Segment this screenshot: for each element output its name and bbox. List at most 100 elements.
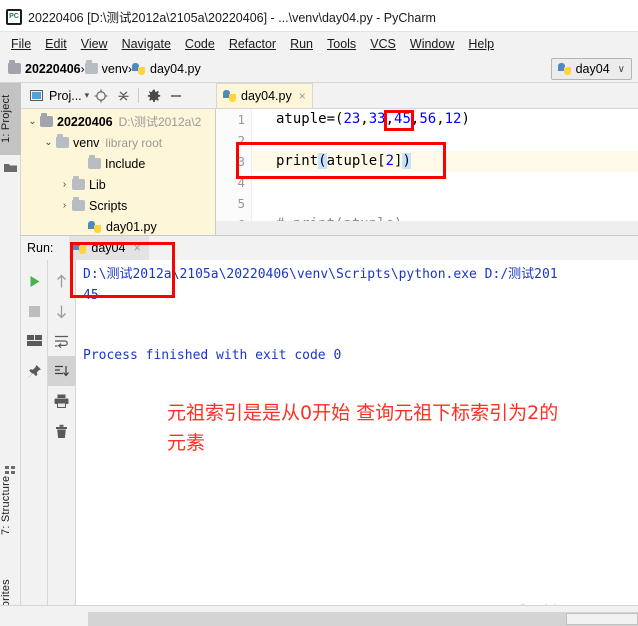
close-icon[interactable]: × bbox=[133, 241, 140, 255]
tree-label-day01: day01.py bbox=[106, 219, 157, 234]
tree-hint-venv: library root bbox=[105, 135, 163, 150]
run-configuration-label: day04 bbox=[575, 62, 610, 76]
chevron-down-icon[interactable]: ⌄ bbox=[41, 137, 56, 148]
menu-item-run-label: Run bbox=[290, 36, 313, 51]
tree-label-scripts: Scripts bbox=[89, 198, 128, 213]
chevron-right-icon[interactable]: › bbox=[57, 200, 72, 211]
tree-node-venv[interactable]: ⌄ venv library root bbox=[21, 132, 216, 153]
menu-item-view[interactable]: View bbox=[74, 35, 115, 53]
tree-label-include: Include bbox=[105, 156, 146, 171]
python-icon bbox=[73, 241, 87, 255]
tree-node-day01[interactable]: day01.py bbox=[21, 216, 216, 237]
console-line: D:\测试2012a\2105a\20220406\venv\Scripts\p… bbox=[83, 267, 558, 282]
folder-icon bbox=[40, 113, 53, 127]
tab-day04-py[interactable]: day04.py × bbox=[216, 83, 313, 108]
menu-item-tools[interactable]: Tools bbox=[320, 35, 363, 53]
folder-icon bbox=[56, 134, 69, 148]
menu-item-help-label: Help bbox=[468, 36, 495, 51]
chevron-down-icon[interactable]: ⌄ bbox=[25, 116, 40, 127]
breadcrumb-label-project: 20220406 bbox=[25, 61, 81, 76]
tree-label-20220406: 20220406 bbox=[57, 114, 113, 129]
python-icon bbox=[557, 62, 572, 76]
window-title: 20220406 [D:\测试2012a\2105a\20220406] - .… bbox=[28, 11, 436, 25]
chevron-down-icon: ∨ bbox=[617, 63, 625, 75]
soft-wrap-icon[interactable] bbox=[48, 326, 75, 356]
project-panel-dropdown-icon[interactable]: ▾ bbox=[85, 90, 90, 101]
arrow-down-icon[interactable] bbox=[48, 296, 75, 326]
editor-code-area[interactable]: atuple=(23,33,45,56,12) print(atuple[2])… bbox=[252, 109, 638, 235]
folder-icon bbox=[72, 197, 85, 211]
python-file-icon bbox=[132, 62, 146, 76]
structure-tab-icon bbox=[5, 465, 18, 478]
menu-item-navigate-label: Navigate bbox=[121, 36, 171, 51]
pycharm-logo-icon: PC bbox=[6, 8, 22, 25]
run-toolbar-right bbox=[48, 260, 76, 606]
tree-node-scripts[interactable]: › Scripts bbox=[21, 195, 216, 216]
menu-bar: File Edit View Navigate Code Refactor Ru… bbox=[0, 32, 638, 55]
arrow-up-icon[interactable] bbox=[48, 266, 75, 296]
run-tool-window-header: Run: day04 × bbox=[21, 236, 638, 260]
project-panel-title: Proj... bbox=[49, 88, 82, 103]
title-bar: PC 20220406 [D:\测试2012a\2105a\20220406] … bbox=[0, 0, 638, 32]
layout-icon[interactable] bbox=[21, 326, 48, 356]
left-tool-window-bar: 1: Project 7: Structure 2: Favorites bbox=[0, 83, 21, 626]
line-number: 1 bbox=[237, 112, 245, 127]
stop-icon[interactable] bbox=[21, 296, 48, 326]
line-number: 3 bbox=[237, 154, 245, 169]
menu-item-edit[interactable]: Edit bbox=[38, 35, 74, 53]
tab-label-day04-py: day04.py bbox=[241, 89, 292, 103]
tree-node-include[interactable]: Include bbox=[21, 153, 216, 174]
menu-item-help[interactable]: Help bbox=[461, 35, 501, 53]
trash-icon[interactable] bbox=[48, 416, 75, 446]
menu-item-window[interactable]: Window bbox=[403, 35, 461, 53]
breadcrumb-item-file[interactable]: day04.py bbox=[132, 62, 201, 76]
console-line: 45 bbox=[83, 288, 99, 303]
breadcrumb-item-venv[interactable]: venv bbox=[84, 60, 129, 76]
menu-item-refactor[interactable]: Refactor bbox=[222, 35, 283, 53]
locate-icon[interactable] bbox=[91, 86, 111, 106]
tree-node-20220406[interactable]: ⌄ 20220406 D:\测试2012a\2 bbox=[21, 111, 216, 132]
print-icon[interactable] bbox=[48, 386, 75, 416]
breadcrumb-item-project[interactable]: 20220406 bbox=[8, 60, 81, 76]
annotation-note: 元祖索引是是从0开始 查询元祖下标索引为2的 元素 bbox=[167, 398, 587, 458]
run-configuration-selector[interactable]: day04 ∨ bbox=[550, 58, 632, 80]
menu-item-edit-label: Edit bbox=[45, 36, 67, 51]
code-line-3: print(atuple[2]) bbox=[252, 151, 638, 172]
menu-item-vcs[interactable]: VCS bbox=[363, 35, 403, 53]
menu-item-code[interactable]: Code bbox=[178, 35, 222, 53]
project-tree: ⌄ 20220406 D:\测试2012a\2 ⌄ venv library r… bbox=[21, 109, 216, 237]
hide-panel-icon[interactable] bbox=[166, 86, 186, 106]
pin-icon[interactable] bbox=[21, 356, 48, 386]
code-line-1: atuple=(23,33,45,56,12) bbox=[276, 111, 470, 127]
folder-icon bbox=[8, 60, 21, 74]
collapse-all-icon[interactable] bbox=[113, 86, 133, 106]
run-tab-day04[interactable]: day04 × bbox=[69, 236, 149, 260]
console-line: Process finished with exit code 0 bbox=[83, 348, 342, 363]
project-panel-header: Proj... ▾ bbox=[21, 83, 216, 109]
chevron-right-icon[interactable]: › bbox=[57, 179, 72, 190]
project-tool-window: Proj... ▾ ⌄ 20220406 D:\测试2012a\2 ⌄ venv… bbox=[21, 83, 216, 235]
project-tab-icon bbox=[4, 161, 17, 174]
python-file-icon bbox=[88, 220, 102, 234]
run-toolbar-left bbox=[21, 260, 48, 606]
horizontal-scrollbar[interactable] bbox=[88, 612, 638, 626]
scrollbar-thumb[interactable] bbox=[566, 613, 638, 625]
menu-item-run[interactable]: Run bbox=[283, 35, 320, 53]
line-number: 2 bbox=[237, 133, 245, 148]
toolbar-divider bbox=[138, 88, 140, 103]
line-number: 4 bbox=[237, 175, 245, 190]
code-editor[interactable]: 1 2 3 4 5 6 atuple=(23,33,45,56,12) prin… bbox=[216, 109, 638, 235]
tree-node-lib[interactable]: › Lib bbox=[21, 174, 216, 195]
folder-icon bbox=[72, 176, 85, 190]
sidebar-item-project[interactable]: 1: Project bbox=[0, 83, 21, 155]
run-play-icon[interactable] bbox=[21, 266, 48, 296]
run-tab-label: day04 bbox=[91, 241, 126, 255]
menu-item-view-label: View bbox=[80, 36, 108, 51]
menu-item-file[interactable]: File bbox=[4, 35, 38, 53]
scroll-to-end-icon[interactable] bbox=[48, 356, 75, 386]
close-icon[interactable]: × bbox=[299, 89, 306, 103]
settings-gear-icon[interactable] bbox=[144, 86, 164, 106]
breadcrumb-label-venv: venv bbox=[101, 61, 129, 76]
menu-item-navigate[interactable]: Navigate bbox=[115, 35, 178, 53]
